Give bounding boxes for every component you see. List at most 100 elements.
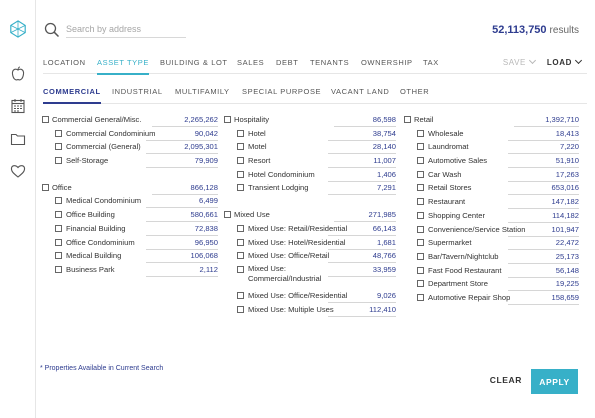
subtab-multifamily[interactable]: MULTIFAMILY xyxy=(175,87,230,96)
subtab-industrial[interactable]: INDUSTRIAL xyxy=(112,87,163,96)
tab-sales[interactable]: SALES xyxy=(237,58,264,67)
checkbox-office[interactable] xyxy=(42,183,49,191)
checkbox-mixed-use-retail-residential[interactable] xyxy=(237,224,244,232)
checkbox-mixed-use-multiple-uses[interactable] xyxy=(237,305,244,313)
tab-tax[interactable]: TAX xyxy=(423,58,439,67)
asset-type-row[interactable]: Convenience/Service Station 101,947 xyxy=(404,224,579,238)
clear-button[interactable]: CLEAR xyxy=(490,375,522,385)
checkbox-convenience-service-station[interactable] xyxy=(417,225,424,233)
asset-type-row[interactable]: Financial Building 72,838 xyxy=(42,223,218,237)
checkbox-retail[interactable] xyxy=(404,116,411,123)
tab-location[interactable]: LOCATION xyxy=(43,58,86,67)
asset-type-row[interactable]: Supermarket 22,472 xyxy=(404,237,579,251)
checkbox-resort[interactable] xyxy=(237,157,244,165)
checkbox-office-building[interactable] xyxy=(55,211,62,219)
asset-type-row[interactable]: Hotel Condominium 1,406 xyxy=(224,169,396,183)
checkbox-hospitality[interactable] xyxy=(224,116,231,123)
tab-building-lot[interactable]: BUILDING & LOT xyxy=(160,58,228,67)
checkbox-automotive-repair-shop[interactable] xyxy=(417,293,424,301)
checkbox-retail-stores[interactable] xyxy=(417,184,424,192)
asset-group-row[interactable]: Mixed Use 271,985 xyxy=(224,209,396,223)
checkbox-restaurant[interactable] xyxy=(417,198,424,206)
calendar-icon[interactable] xyxy=(10,98,26,114)
asset-type-row[interactable]: Car Wash 17,263 xyxy=(404,169,579,183)
checkbox-bar-tavern-nightclub[interactable] xyxy=(417,252,424,260)
apple-icon[interactable] xyxy=(10,66,26,82)
checkbox-commercial-general-misc[interactable] xyxy=(42,116,49,123)
asset-type-row[interactable]: Self-Storage 79,909 xyxy=(42,155,218,169)
tab-ownership[interactable]: OWNERSHIP xyxy=(361,58,413,67)
asset-type-row[interactable]: Office Building 580,661 xyxy=(42,209,218,223)
asset-type-row[interactable]: Commercial Condominium 90,042 xyxy=(42,128,218,142)
checkbox-business-park[interactable] xyxy=(55,265,62,273)
checkbox-self-storage[interactable] xyxy=(55,157,62,165)
checkbox-mixed-use-office-retail[interactable] xyxy=(237,252,244,260)
asset-type-row[interactable]: Wholesale 18,413 xyxy=(404,128,579,142)
asset-type-row[interactable]: Motel 28,140 xyxy=(224,141,396,155)
asset-type-row[interactable]: Automotive Repair Shop 158,659 xyxy=(404,292,579,306)
asset-type-row[interactable]: Mixed Use: Hotel/Residential 1,681 xyxy=(224,237,396,251)
checkbox-commercial-condominium[interactable] xyxy=(55,129,62,137)
asset-type-row[interactable]: Office Condominium 96,950 xyxy=(42,237,218,251)
checkbox-office-condominium[interactable] xyxy=(55,238,62,246)
checkbox-medical-building[interactable] xyxy=(55,252,62,260)
asset-type-row[interactable]: Medical Building 106,068 xyxy=(42,250,218,264)
checkbox-wholesale[interactable] xyxy=(417,129,424,137)
subtab-other[interactable]: OTHER xyxy=(400,87,429,96)
checkbox-medical-condominium[interactable] xyxy=(55,197,62,205)
asset-type-row[interactable]: Mixed Use: Retail/Residential 66,143 xyxy=(224,223,396,237)
checkbox-mixed-use-commercial-industrial[interactable] xyxy=(237,265,244,273)
asset-type-row[interactable]: Mixed Use: Office/Residential 9,026 xyxy=(224,290,396,304)
logo-icon[interactable] xyxy=(9,20,27,38)
asset-type-row[interactable]: Mixed Use: Office/Retail 48,766 xyxy=(224,250,396,264)
checkbox-shopping-center[interactable] xyxy=(417,211,424,219)
tab-asset-type[interactable]: ASSET TYPE xyxy=(97,58,149,75)
asset-type-row[interactable]: Hotel 38,754 xyxy=(224,128,396,142)
asset-group-row[interactable]: Office 866,128 xyxy=(42,182,218,196)
search-input[interactable] xyxy=(66,22,186,38)
asset-type-row[interactable]: Shopping Center 114,182 xyxy=(404,210,579,224)
checkbox-financial-building[interactable] xyxy=(55,224,62,232)
heart-icon[interactable] xyxy=(10,163,26,179)
save-button[interactable]: SAVE xyxy=(503,56,537,67)
checkbox-fast-food-restaurant[interactable] xyxy=(417,266,424,274)
asset-type-row[interactable]: Medical Condominium 6,499 xyxy=(42,195,218,209)
checkbox-hotel-condominium[interactable] xyxy=(237,170,244,178)
checkbox-mixed-use-office-residential[interactable] xyxy=(237,291,244,299)
folder-icon[interactable] xyxy=(10,131,26,147)
checkbox-laundromat[interactable] xyxy=(417,143,424,151)
checkbox-automotive-sales[interactable] xyxy=(417,157,424,165)
asset-group-row[interactable]: Retail 1,392,710 xyxy=(404,114,579,128)
asset-type-row[interactable]: Mixed Use: Multiple Uses 112,410 xyxy=(224,304,396,318)
checkbox-mixed-use-hotel-residential[interactable] xyxy=(237,238,244,246)
subtab-commercial[interactable]: COMMERCIAL xyxy=(43,87,101,104)
asset-type-row[interactable]: Retail Stores 653,016 xyxy=(404,182,579,196)
checkbox-hotel[interactable] xyxy=(237,129,244,137)
asset-type-row[interactable]: Transient Lodging 7,291 xyxy=(224,182,396,196)
tab-debt[interactable]: DEBT xyxy=(276,58,298,67)
asset-type-row[interactable]: Automotive Sales 51,910 xyxy=(404,155,579,169)
checkbox-supermarket[interactable] xyxy=(417,239,424,247)
checkbox-transient-lodging[interactable] xyxy=(237,184,244,192)
subtab-special-purpose[interactable]: SPECIAL PURPOSE xyxy=(242,87,321,96)
load-button[interactable]: LOAD xyxy=(547,56,583,67)
asset-type-row[interactable]: Commercial (General) 2,095,301 xyxy=(42,141,218,155)
asset-group-row[interactable]: Commercial General/Misc. 2,265,262 xyxy=(42,114,218,128)
asset-type-row[interactable]: Restaurant 147,182 xyxy=(404,196,579,210)
asset-type-row[interactable]: Bar/Tavern/Nightclub 25,173 xyxy=(404,251,579,265)
checkbox-car-wash[interactable] xyxy=(417,170,424,178)
checkbox-commercial-general[interactable] xyxy=(55,143,62,151)
tab-tenants[interactable]: TENANTS xyxy=(310,58,349,67)
asset-type-row[interactable]: Fast Food Restaurant 56,148 xyxy=(404,265,579,279)
asset-type-row[interactable]: Mixed Use: Commercial/Industrial 33,959 xyxy=(224,264,396,290)
asset-type-row[interactable]: Laundromat 7,220 xyxy=(404,141,579,155)
checkbox-motel[interactable] xyxy=(237,143,244,151)
checkbox-mixed-use[interactable] xyxy=(224,211,231,219)
checkbox-department-store[interactable] xyxy=(417,280,424,288)
asset-type-row[interactable]: Department Store 19,225 xyxy=(404,278,579,292)
asset-type-row[interactable]: Business Park 2,112 xyxy=(42,264,218,278)
asset-group-row[interactable]: Hospitality 86,598 xyxy=(224,114,396,128)
subtab-vacant-land[interactable]: VACANT LAND xyxy=(331,87,389,96)
apply-button[interactable]: APPLY xyxy=(531,369,578,394)
asset-type-row[interactable]: Resort 11,007 xyxy=(224,155,396,169)
